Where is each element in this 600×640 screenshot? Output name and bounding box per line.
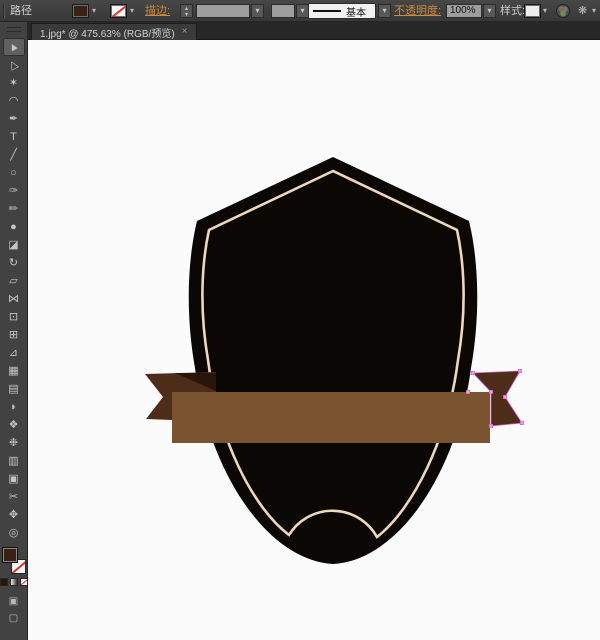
brush-definition-input[interactable]: [271, 4, 295, 18]
canvas-area[interactable]: [28, 40, 600, 640]
document-tab-bar: 1.jpg* @ 475.63% (RGB/预览) ×: [28, 22, 600, 40]
control-bar-grip: [3, 4, 5, 18]
illustrator-window: 路径 ▾ ▾ 描边: ▴ ▾ ▾ ▾ 基本 ▾ 不透明度: 100% ▾ 样式:…: [0, 0, 600, 640]
tools-panel-grip[interactable]: [7, 27, 21, 32]
ellipse-tool[interactable]: ○: [3, 164, 25, 182]
type-tool[interactable]: T: [3, 128, 25, 146]
anchor-point[interactable]: [518, 369, 521, 372]
tools-panel: ▲ △ ✶ ◠ ✒ T ╱ ○ ✑ ✏ ● ◪ ↻ ▱ ⋈ ⊡ ⊞ ⊿ ▦ ▤ …: [0, 22, 28, 640]
magic-wand-tool[interactable]: ✶: [3, 74, 25, 92]
recolor-artwork-icon[interactable]: [556, 4, 570, 18]
gradient-mode-button[interactable]: [10, 578, 18, 586]
style-label: 样式:: [500, 0, 525, 22]
screen-mode-icon[interactable]: ▢: [9, 611, 18, 626]
stroke-style-chevron-down-icon[interactable]: ▾: [378, 4, 391, 18]
selection-tool[interactable]: ▲: [3, 38, 25, 56]
opacity-input[interactable]: 100%: [446, 4, 482, 18]
slice-tool[interactable]: ✂: [3, 488, 25, 506]
stroke-weight-stepper[interactable]: ▴ ▾: [180, 4, 193, 18]
stroke-swatch-chevron-down-icon[interactable]: ▾: [130, 0, 134, 22]
stroke-style-select[interactable]: 基本: [308, 3, 376, 19]
column-graph-tool[interactable]: ▥: [3, 452, 25, 470]
stroke-color-swatch[interactable]: [110, 4, 127, 18]
rotate-tool[interactable]: ↻: [3, 254, 25, 272]
opacity-chevron-down-icon[interactable]: ▾: [483, 4, 496, 18]
panel-options-icon[interactable]: ❋: [578, 0, 587, 22]
color-mode-button[interactable]: [0, 578, 8, 586]
fill-swatch[interactable]: [2, 547, 18, 563]
tab-close-icon[interactable]: ×: [182, 27, 188, 37]
ribbon-banner[interactable]: [172, 392, 490, 443]
panel-options-chevron-down-icon[interactable]: ▾: [592, 0, 596, 22]
paint-mode-buttons: [0, 578, 28, 587]
stroke-weight-chevron-down-icon[interactable]: ▾: [251, 4, 264, 18]
control-bar: 路径 ▾ ▾ 描边: ▴ ▾ ▾ ▾ 基本 ▾ 不透明度: 100% ▾ 样式:…: [0, 0, 600, 22]
shape-builder-tool[interactable]: ⊞: [3, 326, 25, 344]
anchor-point[interactable]: [489, 424, 492, 427]
stepper-down-icon[interactable]: ▾: [181, 12, 192, 18]
free-transform-tool[interactable]: ⊡: [3, 308, 25, 326]
anchor-point[interactable]: [471, 371, 474, 374]
stroke-preview-line-icon: [313, 10, 341, 12]
style-chevron-down-icon[interactable]: ▾: [543, 0, 547, 22]
opacity-link[interactable]: 不透明度:: [394, 0, 441, 22]
scale-tool[interactable]: ▱: [3, 272, 25, 290]
symbol-sprayer-tool[interactable]: ❉: [3, 434, 25, 452]
document-tab-title: 1.jpg* @ 475.63% (RGB/预览): [40, 25, 175, 40]
graphic-style-swatch[interactable]: [524, 4, 541, 18]
mesh-tool[interactable]: ▦: [3, 362, 25, 380]
paintbrush-tool[interactable]: ✑: [3, 182, 25, 200]
artboard-tool[interactable]: ▣: [3, 470, 25, 488]
eraser-tool[interactable]: ◪: [3, 236, 25, 254]
stroke-style-value: 基本: [346, 4, 366, 19]
selection-type-label: 路径: [10, 0, 32, 22]
direct-selection-tool[interactable]: △: [3, 56, 25, 74]
blend-tool[interactable]: ❖: [3, 416, 25, 434]
artwork: [28, 40, 600, 640]
lasso-tool[interactable]: ◠: [3, 92, 25, 110]
pencil-tool[interactable]: ✏: [3, 200, 25, 218]
fill-color-swatch[interactable]: [72, 4, 89, 18]
document-tab[interactable]: 1.jpg* @ 475.63% (RGB/预览) ×: [31, 23, 197, 40]
gradient-tool[interactable]: ▤: [3, 380, 25, 398]
hand-tool[interactable]: ✥: [3, 506, 25, 524]
anchor-point[interactable]: [503, 395, 506, 398]
width-tool[interactable]: ⋈: [3, 290, 25, 308]
drawing-mode-icon[interactable]: ▣: [9, 594, 18, 609]
anchor-point[interactable]: [520, 421, 523, 424]
eyedropper-tool[interactable]: ◗: [3, 398, 25, 416]
line-segment-tool[interactable]: ╱: [3, 146, 25, 164]
zoom-tool[interactable]: ◎: [3, 524, 25, 542]
pen-tool[interactable]: ✒: [3, 110, 25, 128]
stroke-weight-input[interactable]: [196, 4, 250, 18]
blob-brush-tool[interactable]: ●: [3, 218, 25, 236]
perspective-grid-tool[interactable]: ⊿: [3, 344, 25, 362]
none-mode-button[interactable]: [20, 578, 28, 586]
stroke-link[interactable]: 描边:: [145, 0, 170, 22]
fill-stroke-indicator[interactable]: [2, 547, 26, 574]
anchor-point[interactable]: [489, 390, 492, 393]
fill-swatch-chevron-down-icon[interactable]: ▾: [92, 0, 96, 22]
anchor-point[interactable]: [466, 390, 469, 393]
